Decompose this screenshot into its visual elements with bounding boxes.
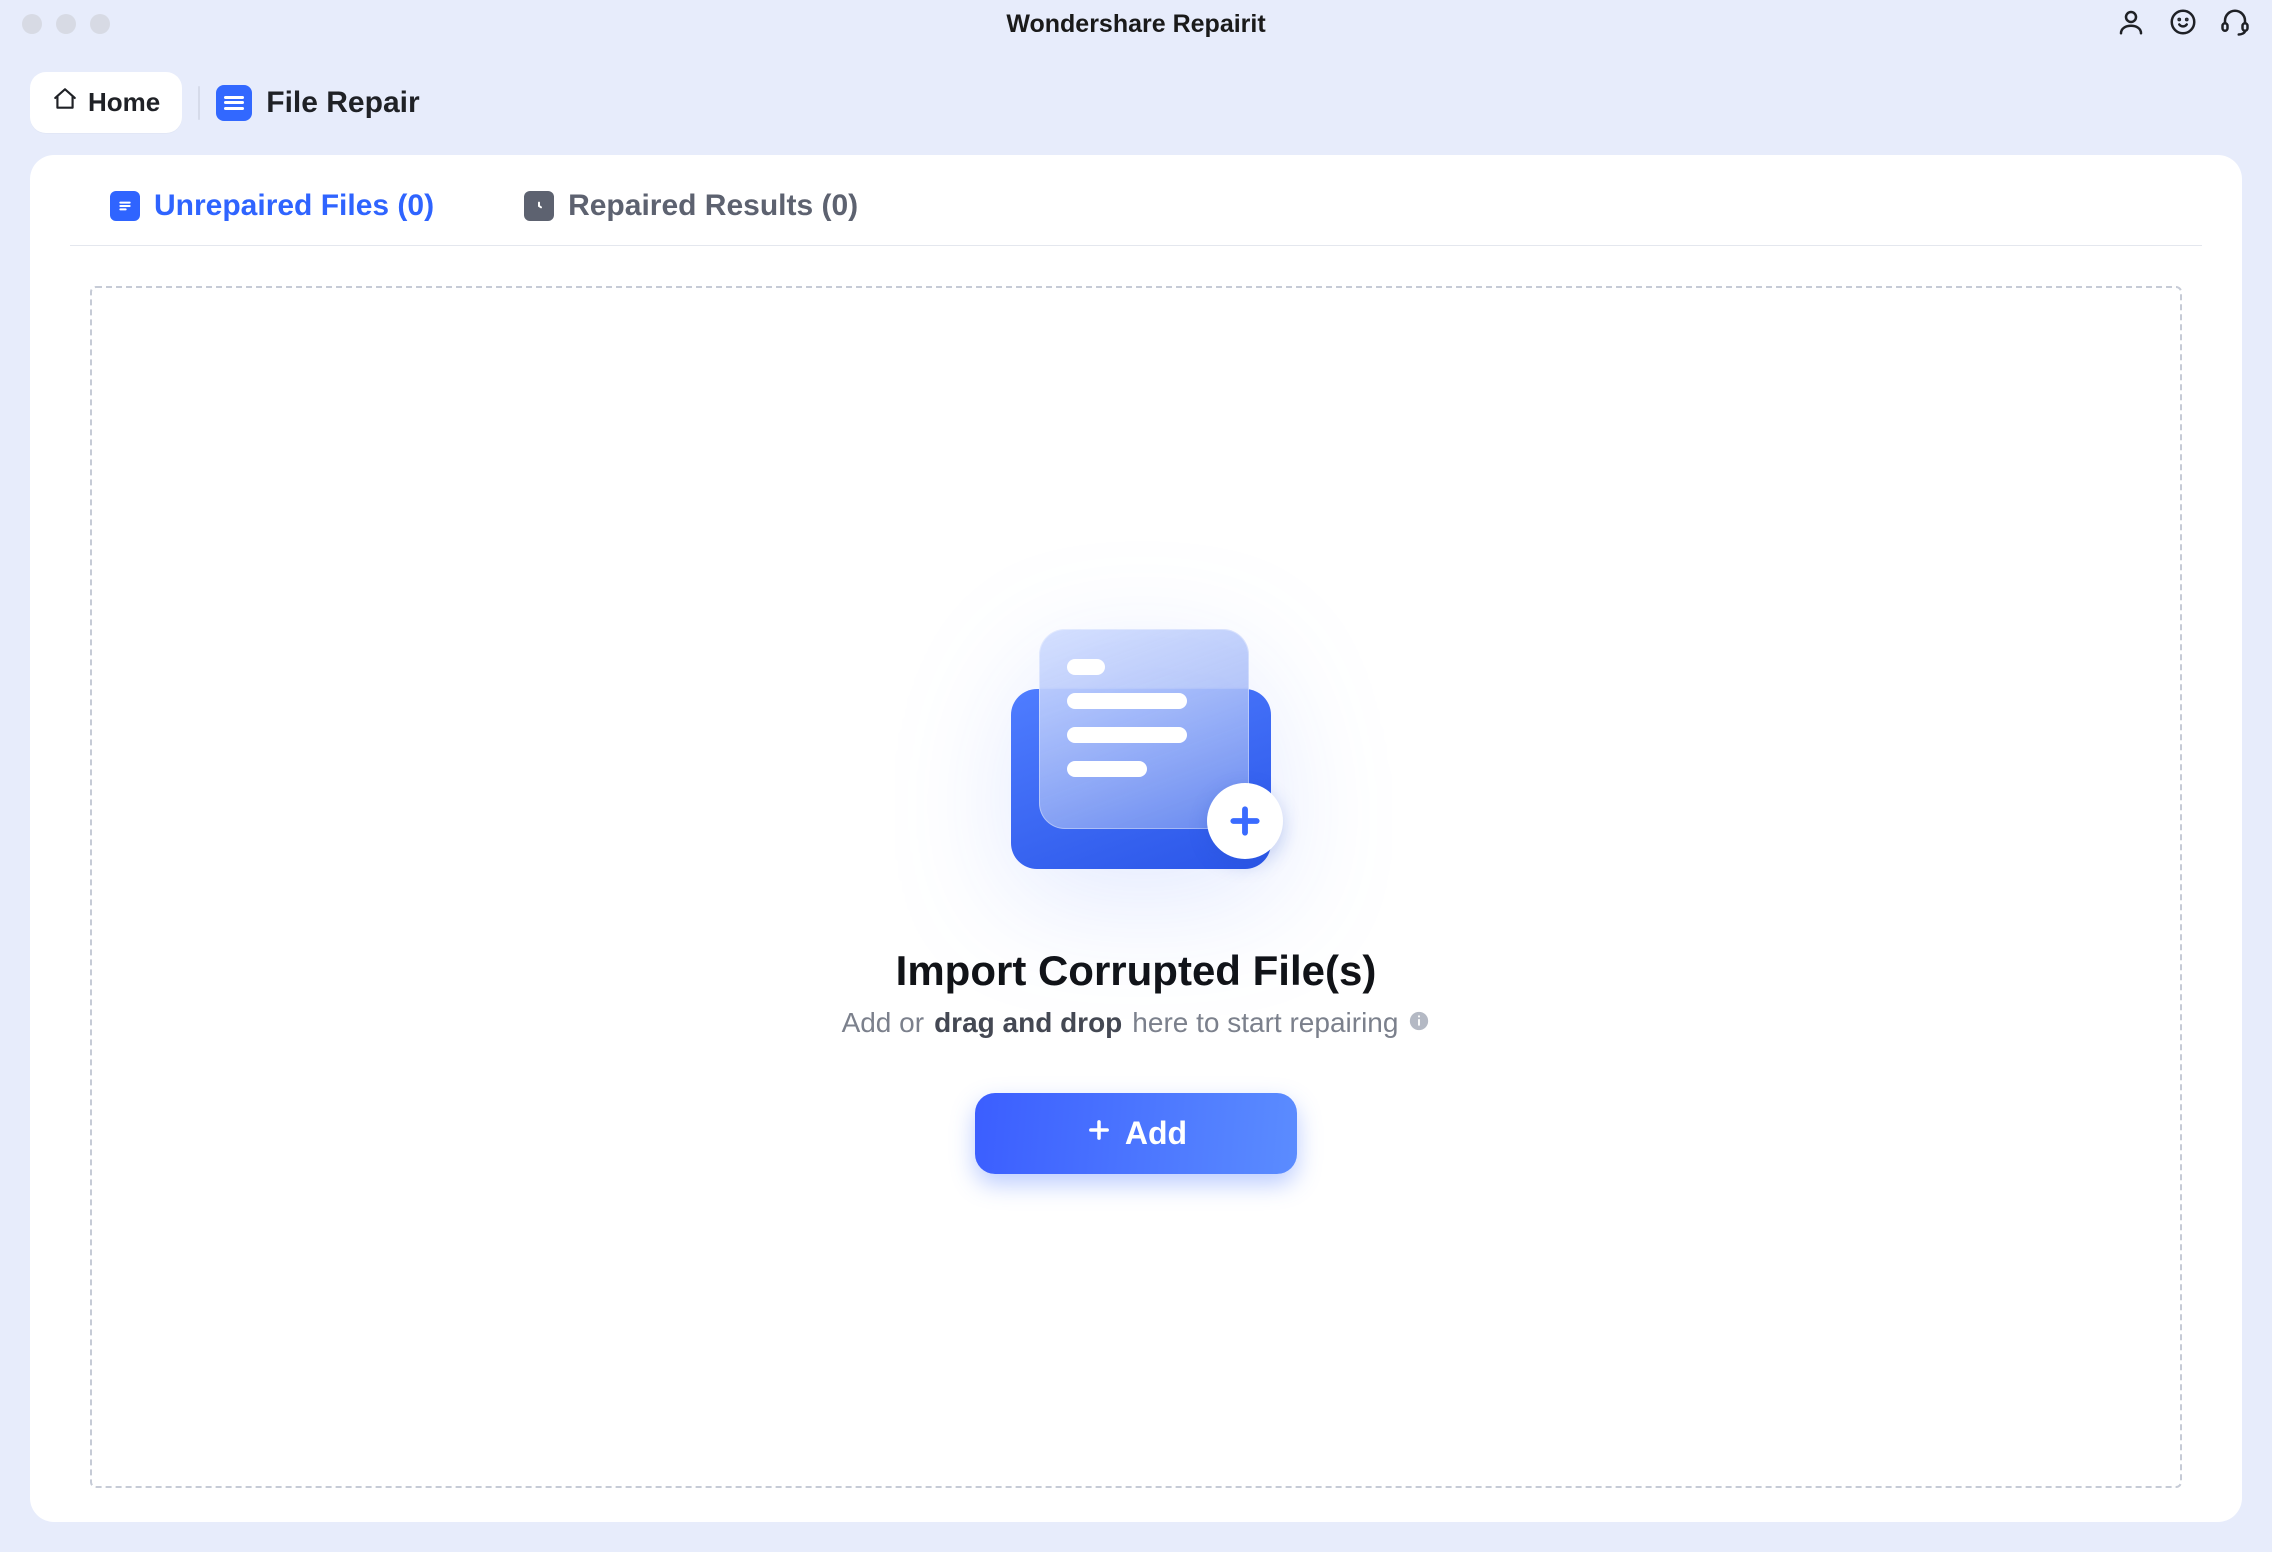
add-label: Add (1125, 1115, 1187, 1152)
import-illustration (981, 601, 1291, 901)
zoom-window[interactable] (90, 14, 110, 34)
info-icon[interactable] (1408, 1007, 1430, 1039)
file-repair-icon (216, 85, 252, 121)
home-button[interactable]: Home (30, 72, 182, 133)
app-title: Wondershare Repairit (1006, 10, 1265, 39)
app-window: Wondershare Repairit Home File Repai (0, 0, 2272, 1552)
tab-label: Repaired Results (0) (568, 189, 858, 223)
plus-icon (1085, 1115, 1113, 1152)
account-icon[interactable] (2116, 7, 2146, 42)
tab-unrepaired-files[interactable]: Unrepaired Files (0) (110, 189, 434, 223)
title-actions (2116, 7, 2250, 42)
dropzone[interactable]: Import Corrupted File(s) Add or drag and… (90, 286, 2182, 1488)
sub-prefix: Add or (842, 1007, 925, 1039)
minimize-window[interactable] (56, 14, 76, 34)
document-icon (110, 191, 140, 221)
toolbar: Home File Repair (0, 48, 2272, 143)
sub-strong: drag and drop (934, 1007, 1122, 1039)
window-controls (22, 14, 110, 34)
close-window[interactable] (22, 14, 42, 34)
tabs: Unrepaired Files (0) Repaired Results (0… (70, 155, 2202, 246)
dropzone-subtitle: Add or drag and drop here to start repai… (842, 1007, 1431, 1039)
main-panel: Unrepaired Files (0) Repaired Results (0… (30, 155, 2242, 1522)
tab-label: Unrepaired Files (0) (154, 189, 434, 223)
clock-icon (524, 191, 554, 221)
dropzone-title: Import Corrupted File(s) (896, 947, 1377, 995)
plus-icon (1207, 783, 1283, 859)
tab-repaired-results[interactable]: Repaired Results (0) (524, 189, 858, 223)
home-label: Home (88, 87, 160, 118)
dropzone-container: Import Corrupted File(s) Add or drag and… (30, 246, 2242, 1488)
sub-suffix: here to start repairing (1132, 1007, 1398, 1039)
feedback-icon[interactable] (2168, 7, 2198, 42)
add-button[interactable]: Add (975, 1093, 1297, 1174)
separator (198, 86, 200, 120)
breadcrumb-label: File Repair (266, 86, 419, 120)
home-icon (52, 86, 78, 119)
titlebar: Wondershare Repairit (0, 0, 2272, 48)
support-icon[interactable] (2220, 7, 2250, 42)
breadcrumb: File Repair (216, 85, 419, 121)
